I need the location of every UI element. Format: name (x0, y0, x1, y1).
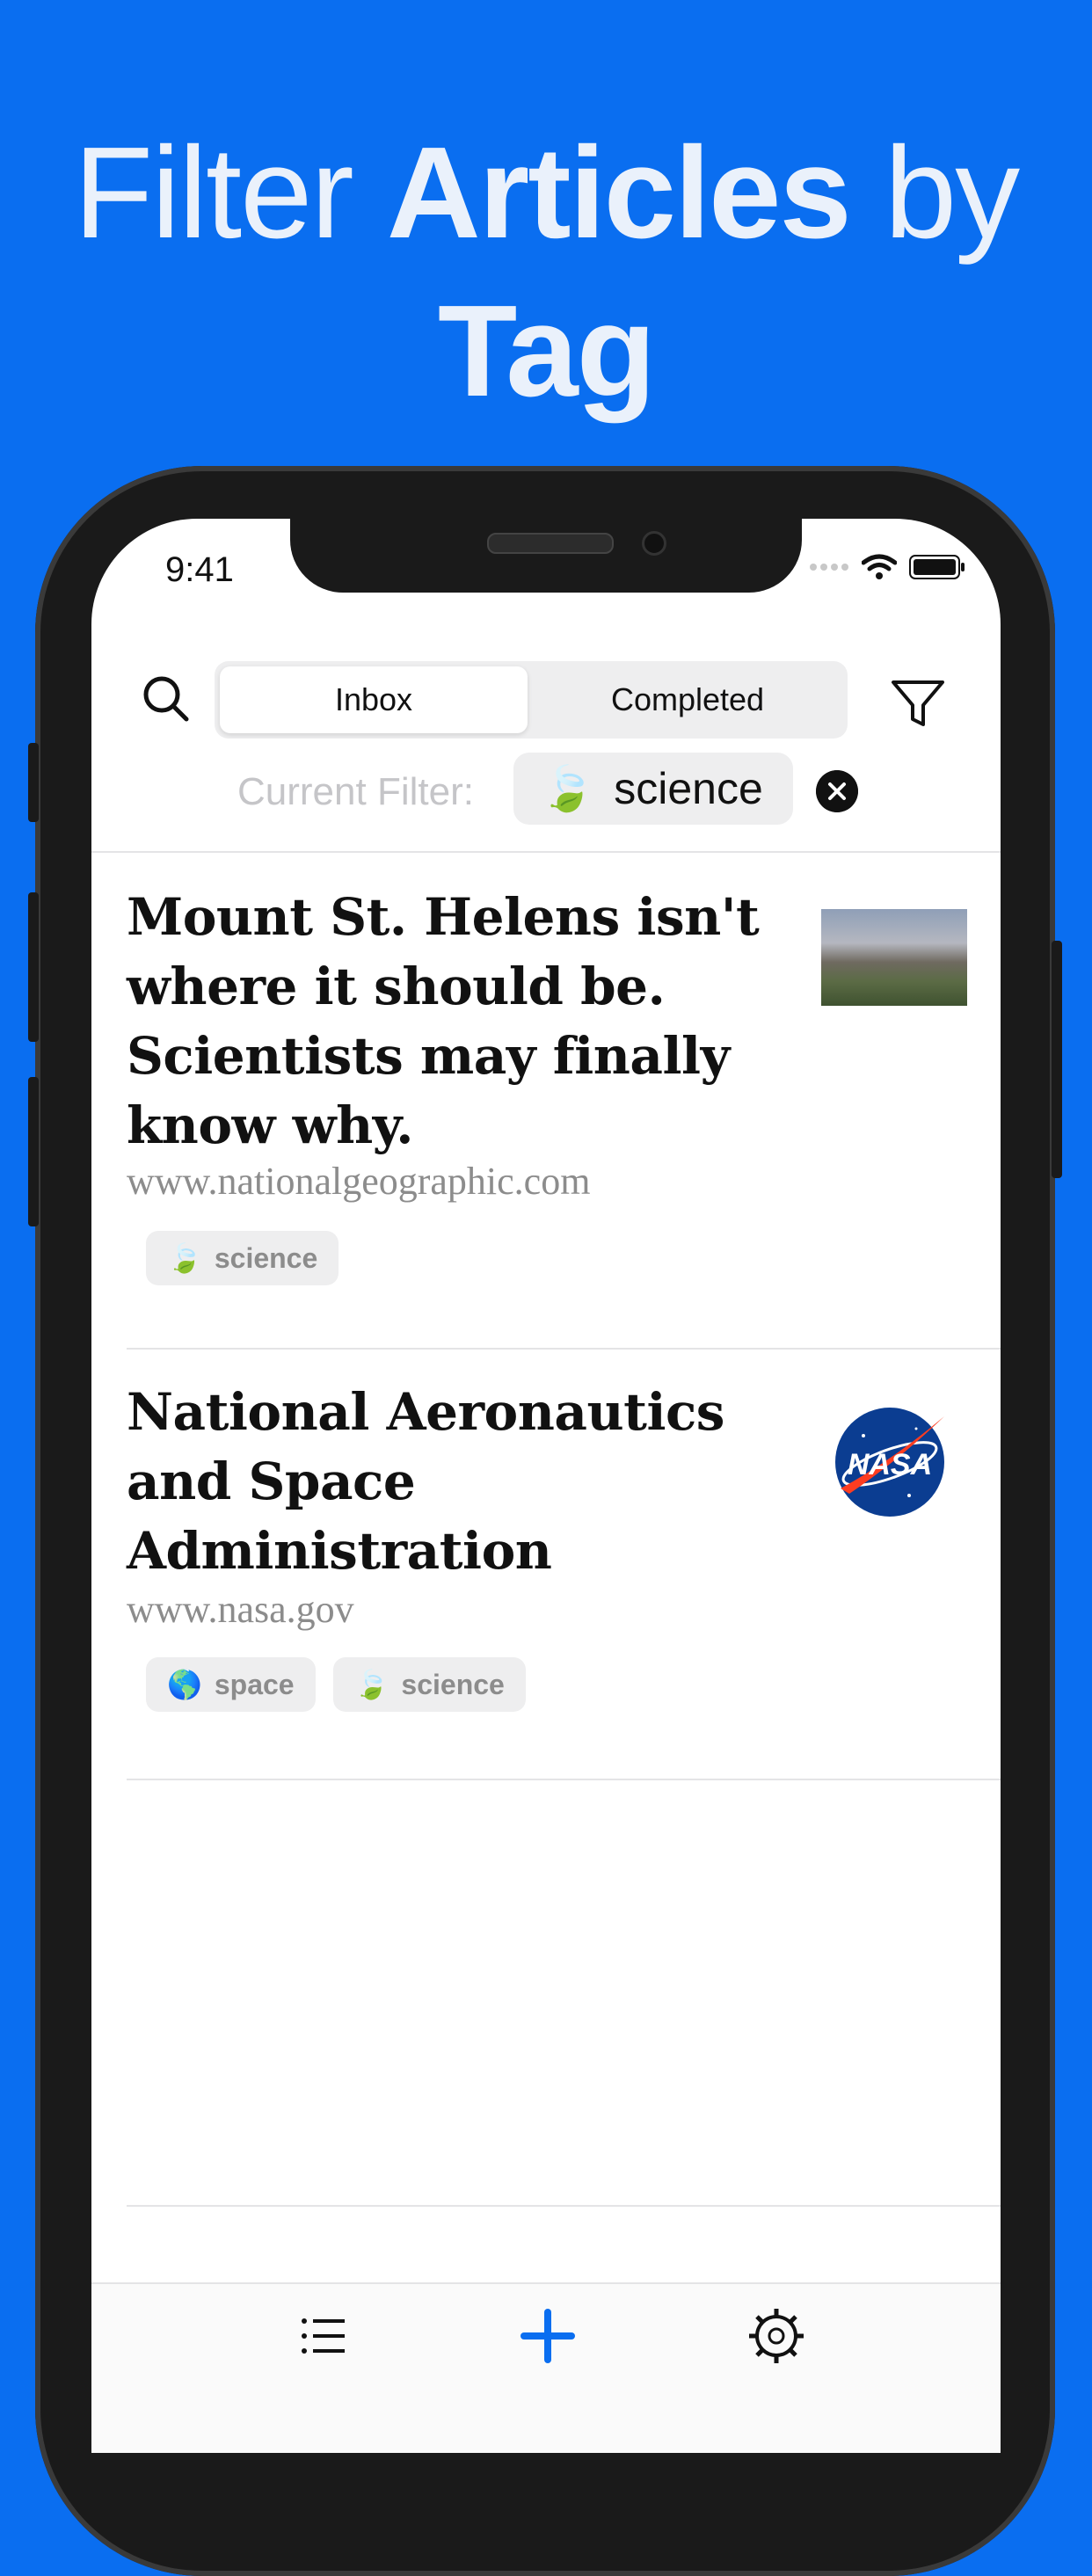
globe-emoji-icon: 🌎 (167, 1669, 202, 1700)
tag-space[interactable]: 🌎 space (146, 1657, 316, 1712)
power-button (1052, 941, 1062, 1178)
article-row[interactable]: National Aeronautics and Space Administr… (91, 1350, 1001, 1780)
toolbar: Inbox Completed (91, 651, 1001, 747)
headline-word-3: by (884, 120, 1020, 266)
status-indicators (809, 554, 965, 580)
settings-gear-icon[interactable] (746, 2305, 807, 2367)
headline-word-1: Filter (73, 120, 354, 266)
speaker (487, 533, 614, 554)
article-row[interactable]: Mount St. Helens isn't where it should b… (91, 853, 1001, 1350)
leaf-emoji-icon: 🍃 (540, 763, 595, 813)
article-source: www.nasa.gov (127, 1588, 354, 1631)
row-divider (127, 1779, 1001, 1780)
tab-inbox[interactable]: Inbox (220, 666, 528, 733)
nasa-logo-text: NASA (848, 1448, 932, 1481)
tag-science[interactable]: 🍃 science (332, 1657, 526, 1712)
notch (290, 519, 802, 593)
current-filter-tag: science (614, 764, 763, 813)
tab-completed[interactable]: Completed (533, 666, 842, 733)
article-title: Mount St. Helens isn't where it should b… (127, 887, 760, 1155)
tag-science[interactable]: 🍃 science (146, 1231, 339, 1285)
article-tags: 🌎 space 🍃 science (146, 1657, 526, 1712)
search-icon[interactable] (135, 668, 197, 730)
headline-word-2: Articles (386, 120, 852, 266)
bottom-tab-bar (91, 2282, 1001, 2453)
article-source: www.nationalgeographic.com (127, 1160, 591, 1203)
leaf-emoji-icon: 🍃 (167, 1242, 202, 1274)
cellular-signal-icon (810, 564, 848, 571)
app-screen: 9:41 Inbox Completed Current Filter: 🍃 s… (91, 519, 1001, 2453)
volume-up-button (28, 892, 39, 1042)
article-tags: 🍃 science (146, 1231, 339, 1285)
list-end-divider (127, 2205, 1001, 2207)
tag-label: science (401, 1668, 505, 1700)
current-filter-chip[interactable]: 🍃 science (513, 753, 793, 825)
add-icon[interactable] (517, 2305, 579, 2367)
list-icon[interactable] (294, 2305, 355, 2367)
inbox-completed-segmented-control: Inbox Completed (215, 661, 848, 739)
battery-icon (909, 555, 965, 579)
wifi-icon (862, 554, 897, 579)
volume-down-button (28, 1077, 39, 1226)
headline-word-4: Tag (437, 279, 656, 424)
article-thumbnail (821, 909, 967, 1006)
tag-label: science (214, 1241, 318, 1274)
article-title: National Aeronautics and Space Administr… (127, 1382, 724, 1581)
current-filter-row: Current Filter: 🍃 science (91, 747, 1001, 835)
front-camera (642, 531, 666, 556)
status-time: 9:41 (165, 550, 234, 589)
funnel-icon[interactable] (883, 668, 953, 739)
tag-label: space (214, 1668, 295, 1700)
mute-switch (28, 743, 39, 822)
leaf-emoji-icon: 🍃 (353, 1669, 389, 1700)
clear-filter-close-icon[interactable] (816, 770, 858, 812)
promo-headline: Filter Articles by Tag (0, 114, 1092, 431)
nasa-logo-thumbnail: NASA (835, 1408, 944, 1517)
current-filter-label: Current Filter: (237, 770, 474, 813)
